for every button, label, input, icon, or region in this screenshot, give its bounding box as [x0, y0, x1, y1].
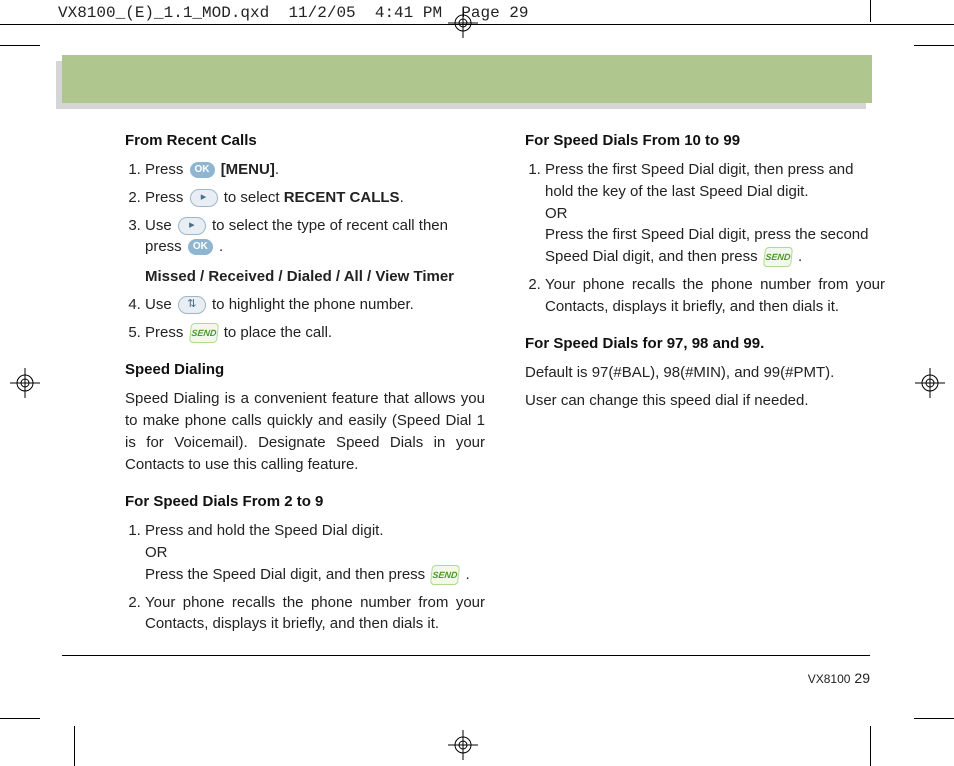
text: Press — [145, 189, 188, 206]
crop-mark — [870, 0, 871, 22]
sd-10-99-steps: Press the first Speed Dial digit, then p… — [525, 159, 885, 317]
page-number: VX810029 — [808, 670, 870, 686]
text: to place the call. — [224, 324, 332, 341]
crop-mark — [870, 726, 871, 766]
updown-arrow-icon: ⇅ — [178, 296, 206, 314]
text: Use — [145, 217, 176, 234]
or-label: OR — [145, 544, 168, 561]
body-columns: From Recent Calls Press OK [MENU]. Press… — [125, 128, 885, 653]
step-1: Press OK [MENU]. — [145, 159, 485, 181]
speed-dial-change-note: User can change this speed dial if neede… — [525, 390, 885, 412]
step-3: Use ▸ to select the type of recent call … — [145, 215, 485, 288]
sd-2-9-steps: Press and hold the Speed Dial digit. OR … — [125, 520, 485, 635]
default-speed-dials: Default is 97(#BAL), 98(#MIN), and 99(#P… — [525, 362, 885, 384]
text: Use — [145, 296, 176, 313]
model-label: VX8100 — [808, 672, 851, 686]
ok-icon: OK — [188, 239, 213, 255]
text: Press — [145, 324, 188, 341]
text: . — [794, 248, 802, 265]
crop-mark — [914, 718, 954, 719]
step-5: Press SEND to place the call. — [145, 322, 485, 344]
register-mark-icon — [448, 730, 478, 760]
sd10-step-1: Press the first Speed Dial digit, then p… — [545, 159, 885, 268]
text: . — [400, 189, 404, 206]
send-icon: SEND — [188, 323, 218, 343]
send-icon: SEND — [763, 247, 793, 267]
recent-calls-label: RECENT CALLS — [284, 189, 400, 206]
footer-rule — [62, 655, 870, 656]
text: . — [275, 161, 279, 178]
sd-step-2: Your phone recalls the phone number from… — [145, 592, 485, 636]
crop-mark — [74, 726, 75, 766]
heading-speed-dialing: Speed Dialing — [125, 361, 485, 378]
heading-sd-2-9: For Speed Dials From 2 to 9 — [125, 493, 485, 510]
title-band — [62, 55, 872, 103]
crop-mark — [0, 718, 40, 719]
call-types-list: Missed / Received / Dialed / All / View … — [145, 266, 485, 288]
page-label: 29 — [854, 670, 870, 686]
sd-step-1: Press and hold the Speed Dial digit. OR … — [145, 520, 485, 585]
text: . — [461, 566, 469, 583]
heading-recent-calls: From Recent Calls — [125, 132, 485, 149]
step-2: Press ▸ to select RECENT CALLS. — [145, 187, 485, 209]
text: Press — [145, 161, 188, 178]
step-4: Use ⇅ to highlight the phone number. — [145, 294, 485, 316]
text: Press and hold the Speed Dial digit. — [145, 522, 383, 539]
right-arrow-icon: ▸ — [178, 217, 206, 235]
crop-mark — [0, 45, 40, 46]
text: . — [215, 238, 223, 255]
speed-dialing-desc: Speed Dialing is a convenient feature th… — [125, 388, 485, 475]
heading-sd-10-99: For Speed Dials From 10 to 99 — [525, 132, 885, 149]
send-icon: SEND — [430, 565, 460, 585]
sd10-step-2: Your phone recalls the phone number from… — [545, 274, 885, 318]
ok-icon: OK — [190, 162, 215, 178]
text: Press the first Speed Dial digit, press … — [545, 226, 869, 265]
text: to select — [224, 189, 284, 206]
recent-calls-steps: Press OK [MENU]. Press ▸ to select RECEN… — [125, 159, 485, 343]
register-mark-icon — [915, 368, 945, 398]
heading-sd-97-99: For Speed Dials for 97, 98 and 99. — [525, 335, 885, 352]
crop-mark — [914, 45, 954, 46]
right-column: For Speed Dials From 10 to 99 Press the … — [525, 128, 885, 653]
left-column: From Recent Calls Press OK [MENU]. Press… — [125, 128, 485, 653]
text: Press the first Speed Dial digit, then p… — [545, 161, 854, 200]
text: Press the Speed Dial digit, and then pre… — [145, 566, 429, 583]
menu-label: [MENU] — [221, 161, 275, 178]
text: to highlight the phone number. — [212, 296, 414, 313]
right-arrow-icon: ▸ — [190, 189, 218, 207]
or-label: OR — [545, 205, 568, 222]
register-mark-icon — [10, 368, 40, 398]
register-mark-icon — [448, 8, 478, 38]
